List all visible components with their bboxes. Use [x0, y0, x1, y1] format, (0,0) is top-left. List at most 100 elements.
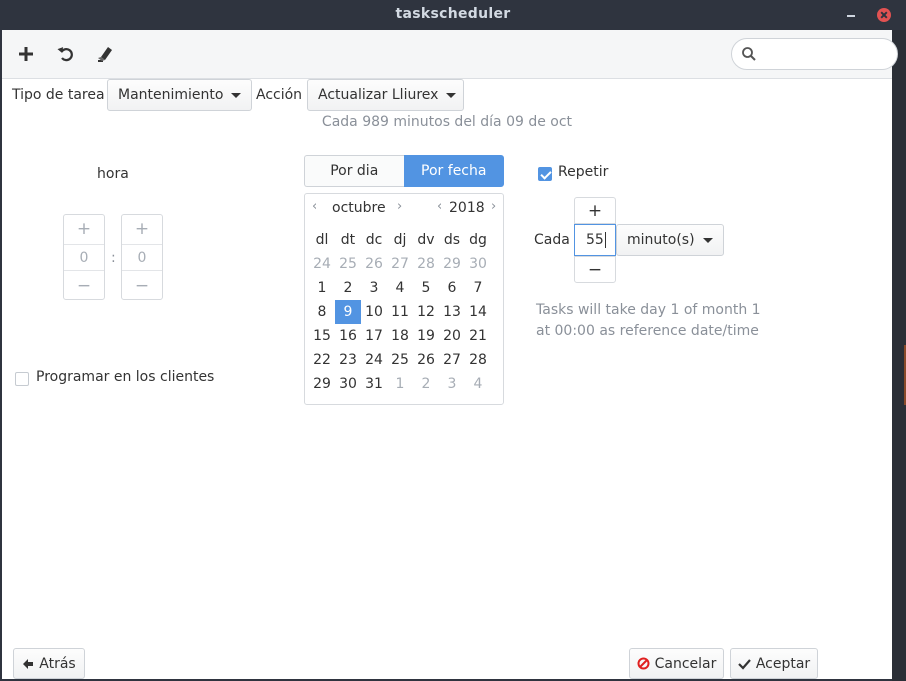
hour-value[interactable]: 0 [64, 244, 104, 271]
minute-decrement-button[interactable]: − [122, 272, 162, 300]
search-input[interactable] [762, 44, 882, 64]
reference-note: Tasks will take day 1 of month 1 at 00:0… [536, 300, 796, 342]
calendar-day[interactable]: 24 [309, 252, 335, 276]
minute-value[interactable]: 0 [122, 244, 162, 271]
back-label: Atrás [39, 655, 76, 672]
calendar-day[interactable]: 5 [413, 276, 439, 300]
schedule-summary: Cada 989 minutos del día 09 de oct [321, 114, 573, 130]
calendar-day[interactable]: 27 [387, 252, 413, 276]
chevron-down-icon [231, 92, 242, 98]
calendar-day[interactable]: 29 [309, 372, 335, 396]
prev-month-icon[interactable]: ‹ [312, 199, 317, 214]
minute-increment-button[interactable]: + [122, 215, 162, 243]
repeat-decrement-button[interactable]: − [574, 256, 616, 283]
calendar-day[interactable]: 26 [361, 252, 387, 276]
calendar-day[interactable]: 29 [439, 252, 465, 276]
calendar-day[interactable]: 26 [413, 348, 439, 372]
plus-icon[interactable] [15, 43, 37, 65]
calendar-day[interactable]: 27 [439, 348, 465, 372]
calendar-day[interactable]: 1 [309, 276, 335, 300]
time-separator: : [111, 250, 116, 266]
minimize-icon[interactable] [845, 8, 857, 20]
calendar-month: octubre [332, 200, 386, 216]
calendar-day[interactable]: 7 [465, 276, 491, 300]
calendar-day[interactable]: 21 [465, 324, 491, 348]
back-button[interactable]: Atrás [13, 648, 85, 679]
calendar-day[interactable]: 17 [361, 324, 387, 348]
calendar-day[interactable]: 4 [465, 372, 491, 396]
calendar-day[interactable]: 16 [335, 324, 361, 348]
desktop-background [892, 30, 906, 681]
window-title: taskscheduler [395, 6, 511, 22]
calendar-day[interactable]: 28 [413, 252, 439, 276]
calendar-day[interactable]: 30 [335, 372, 361, 396]
weekday-label: dt [340, 232, 356, 248]
calendar-day[interactable]: 10 [361, 300, 387, 324]
tab-por-dia[interactable]: Por dia [304, 155, 404, 187]
next-month-icon[interactable]: › [397, 199, 402, 214]
undo-icon[interactable] [55, 43, 77, 65]
calendar-week-row: 1234567 [309, 276, 499, 300]
calendar-day[interactable]: 4 [387, 276, 413, 300]
calendar-day[interactable]: 2 [413, 372, 439, 396]
calendar-week-row: 29 30 31 1 2 3 4 [309, 372, 499, 396]
minute-spinner: + 0 − [121, 214, 163, 300]
calendar-day[interactable]: 1 [387, 372, 413, 396]
calendar-day[interactable]: 12 [413, 300, 439, 324]
hour-decrement-button[interactable]: − [64, 272, 104, 300]
cancel-icon [637, 657, 650, 670]
calendar-day[interactable]: 18 [387, 324, 413, 348]
clients-checkbox[interactable] [15, 372, 29, 386]
calendar-day[interactable]: 25 [335, 252, 361, 276]
calendar-day[interactable]: 6 [439, 276, 465, 300]
calendar-day[interactable]: 23 [335, 348, 361, 372]
search-icon [741, 46, 757, 66]
chevron-down-icon [702, 237, 713, 243]
cancel-label: Cancelar [654, 655, 717, 672]
calendar-day[interactable]: 11 [387, 300, 413, 324]
calendar-day[interactable]: 3 [439, 372, 465, 396]
action-dropdown[interactable]: Actualizar Lliurex [307, 79, 464, 111]
repeat-unit-value: minuto(s) [627, 232, 695, 248]
calendar-day[interactable]: 3 [361, 276, 387, 300]
calendar-day[interactable]: 30 [465, 252, 491, 276]
calendar-year: 2018 [449, 200, 485, 216]
check-icon [738, 657, 751, 670]
repeat-increment-button[interactable]: + [574, 197, 616, 224]
calendar-day[interactable]: 28 [465, 348, 491, 372]
task-type-dropdown[interactable]: Mantenimiento [107, 79, 252, 111]
weekday-label: ds [443, 232, 461, 248]
repeat-unit-dropdown[interactable]: minuto(s) [616, 224, 724, 256]
calendar-day[interactable]: 20 [439, 324, 465, 348]
calendar-day[interactable]: 13 [439, 300, 465, 324]
calendar-day[interactable]: 25 [387, 348, 413, 372]
main-window: Tipo de tarea Mantenimiento Acción Actua… [2, 30, 898, 679]
prev-year-icon[interactable]: ‹ [437, 199, 442, 214]
accept-button[interactable]: Aceptar [730, 648, 818, 679]
calendar-day[interactable]: 22 [309, 348, 335, 372]
calendar-day[interactable]: 19 [413, 324, 439, 348]
calendar-day-selected[interactable]: 9 [335, 300, 361, 324]
close-icon[interactable] [877, 8, 891, 22]
action-value: Actualizar Lliurex [318, 87, 439, 103]
search-box[interactable] [731, 38, 898, 70]
next-year-icon[interactable]: › [491, 199, 496, 214]
cancel-button[interactable]: Cancelar [629, 648, 724, 679]
hour-increment-button[interactable]: + [64, 215, 104, 243]
reference-note-line-2: at 00:00 as reference date/time [536, 323, 759, 339]
calendar-week-row: 15 16 17 18 19 20 21 [309, 324, 499, 348]
repeat-value: 55 [586, 232, 604, 248]
calendar-day[interactable]: 2 [335, 276, 361, 300]
calendar-week-row: 22 23 24 25 26 27 28 [309, 348, 499, 372]
task-type-label: Tipo de tarea [12, 87, 105, 103]
repeat-checkbox[interactable] [538, 167, 552, 181]
eraser-icon[interactable] [94, 43, 116, 65]
calendar-day[interactable]: 24 [361, 348, 387, 372]
tab-por-fecha[interactable]: Por fecha [403, 155, 504, 187]
weekday-header-row: dl dt dc dj dv ds dg [309, 228, 499, 252]
repeat-value-input[interactable]: 55 [574, 224, 616, 256]
calendar-day[interactable]: 15 [309, 324, 335, 348]
calendar-day[interactable]: 14 [465, 300, 491, 324]
calendar-day[interactable]: 31 [361, 372, 387, 396]
calendar-day[interactable]: 8 [309, 300, 335, 324]
